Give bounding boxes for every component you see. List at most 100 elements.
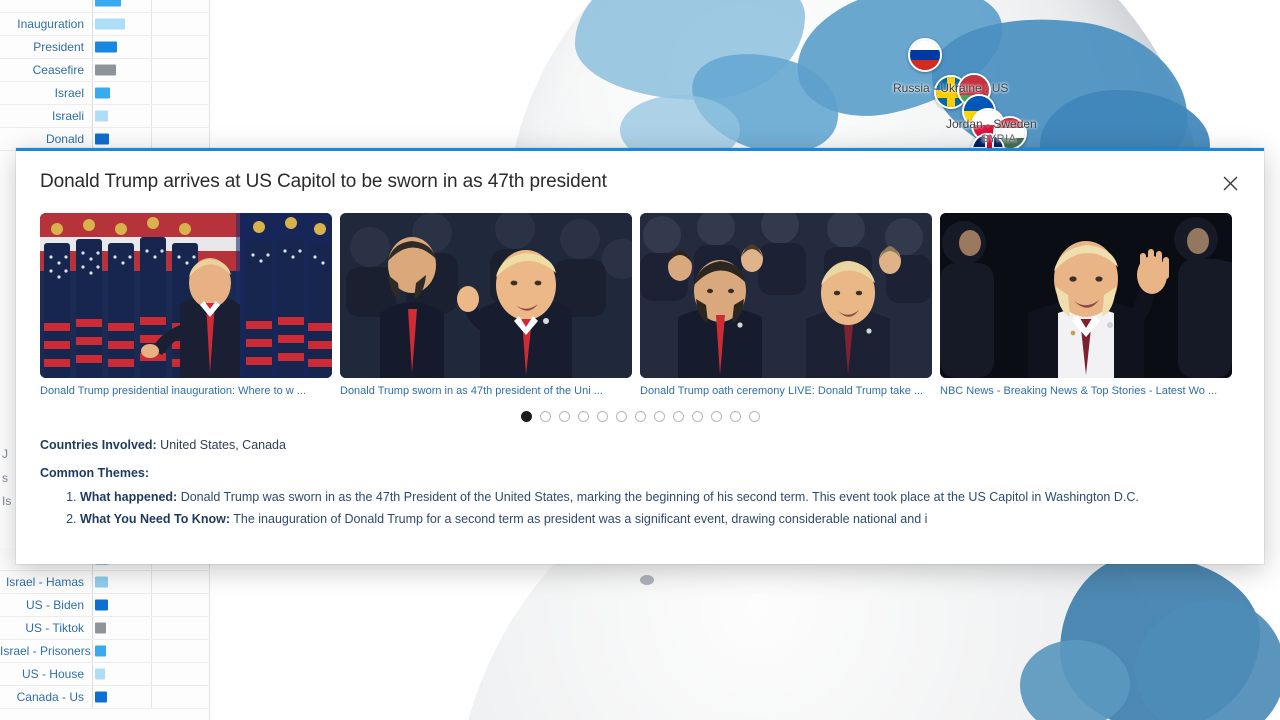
carousel-card[interactable]: Donald Trump sworn in as 47th president …: [340, 213, 632, 397]
carousel-dot[interactable]: [748, 411, 760, 422]
carousel-card-caption[interactable]: Donald Trump presidential inauguration: …: [40, 385, 332, 397]
chart-row-bar: [95, 0, 121, 7]
chart-row[interactable]: Israel - Prisoners: [0, 640, 210, 663]
chart-row[interactable]: US - Biden: [0, 594, 210, 617]
chart-row-track: [92, 128, 210, 150]
chart-row[interactable]: President: [0, 36, 210, 59]
carousel-dot[interactable]: [634, 411, 646, 422]
theme-item-text: The inauguration of Donald Trump for a s…: [233, 512, 928, 527]
card-thumbnail-trump-hand-raised[interactable]: [940, 213, 1232, 378]
map-label-russia-ukraine-us: Russia - Ukraine : US: [893, 81, 1009, 95]
chart-row[interactable]: Israel: [0, 82, 210, 105]
event-detail-modal: Donald Trump arrives at US Capitol to be…: [16, 148, 1264, 564]
chart-row-label: Canada - Us: [16, 690, 84, 704]
theme-item-key: What happened:: [80, 490, 178, 504]
chart-row[interactable]: US - House: [0, 663, 210, 686]
carousel-dot[interactable]: [672, 411, 684, 422]
chart-row-bar: [95, 64, 116, 76]
theme-item-key: What You Need To Know:: [80, 512, 230, 527]
chart-row[interactable]: Ceasefire: [0, 59, 210, 82]
chart-row-bar: [95, 668, 105, 680]
carousel-card-caption[interactable]: Donald Trump sworn in as 47th president …: [340, 385, 632, 397]
landmass-shape: [1020, 640, 1130, 720]
landmass-shape: [640, 575, 654, 585]
chart-row-track: [92, 0, 210, 12]
theme-item-text: Donald Trump was sworn in as the 47th Pr…: [180, 490, 1139, 504]
chart-row-bar: [95, 576, 108, 588]
chart-row-track: [92, 617, 210, 639]
card-thumbnail-trump-vance-applause[interactable]: [640, 213, 932, 378]
keyword-bar-chart-top: Inauguration President Ceasefire Israel …: [0, 0, 210, 151]
carousel-card[interactable]: NBC News - Breaking News & Top Stories -…: [940, 213, 1232, 397]
chart-row-label: President: [33, 40, 84, 54]
carousel-dot[interactable]: [539, 411, 551, 422]
flag-pin-russia[interactable]: [908, 38, 942, 72]
chart-row-bar: [95, 622, 106, 634]
chart-row-label: US - Biden: [25, 598, 84, 612]
chart-row[interactable]: Canada - Us: [0, 686, 210, 709]
chart-row-track: [92, 13, 210, 35]
chart-row-bar: [95, 133, 109, 145]
chart-row-track: [92, 105, 210, 127]
countries-involved-line: Countries Involved: United States, Canad…: [40, 438, 1240, 452]
occluded-text-fragment: J: [2, 447, 8, 461]
carousel-dot[interactable]: [691, 411, 703, 422]
carousel-dot[interactable]: [729, 411, 741, 422]
carousel-dot[interactable]: [596, 411, 608, 422]
modal-meta: Countries Involved: United States, Canad…: [16, 422, 1264, 530]
chart-row-label: US - House: [21, 667, 84, 681]
common-themes-list: What happened: Donald Trump was sworn in…: [80, 488, 1240, 530]
carousel-dot[interactable]: [577, 411, 589, 422]
chart-row[interactable]: Inauguration: [0, 13, 210, 36]
chart-row-bar: [95, 18, 125, 30]
chart-row-track: [92, 82, 210, 104]
carousel-card-caption[interactable]: Donald Trump oath ceremony LIVE: Donald …: [640, 385, 932, 397]
card-thumbnail-trump-vance-oath[interactable]: [340, 213, 632, 378]
keyword-bar-chart-bottom: Israel - Hamas US - Biden US - Tiktok Is…: [0, 548, 210, 720]
chart-row-bar: [95, 87, 110, 99]
carousel-card-caption[interactable]: NBC News - Breaking News & Top Stories -…: [940, 385, 1232, 397]
chart-row-label: US - Tiktok: [25, 621, 84, 635]
chart-row-bar: [95, 599, 108, 611]
countries-involved-value: United States, Canada: [160, 438, 286, 452]
chart-row-track: [92, 594, 210, 616]
carousel-dot[interactable]: [615, 411, 627, 422]
chart-row-label: Ceasefire: [32, 63, 84, 77]
carousel-dot[interactable]: [710, 411, 722, 422]
chart-row-label: Inauguration: [17, 17, 84, 31]
chart-row-track: [92, 640, 210, 662]
countries-involved-label: Countries Involved:: [40, 438, 157, 452]
occluded-text-fragment: s: [2, 471, 8, 485]
carousel-dot[interactable]: [520, 411, 532, 422]
app-root: Russia - Ukraine : US Jordan - Sweden SY…: [0, 0, 1280, 720]
chart-row[interactable]: [0, 0, 210, 13]
chart-row-bar: [95, 41, 117, 53]
chart-row[interactable]: Israeli: [0, 105, 210, 128]
carousel-dots: [16, 411, 1264, 422]
chart-row-label: Israeli: [51, 109, 84, 123]
image-carousel: Donald Trump presidential inauguration: …: [16, 213, 1264, 397]
chart-row-track: [92, 663, 210, 685]
chart-row-bar: [95, 110, 108, 122]
carousel-card[interactable]: Donald Trump oath ceremony LIVE: Donald …: [640, 213, 932, 397]
chart-row-bar: [95, 691, 107, 703]
map-label-syria: SYRIA: [981, 133, 1017, 145]
occluded-text-fragment: Is: [2, 494, 12, 508]
page-title: Donald Trump arrives at US Capitol to be…: [40, 171, 607, 192]
chart-row-bar: [95, 645, 106, 657]
common-themes-label: Common Themes:: [40, 466, 150, 480]
theme-item: What happened: Donald Trump was sworn in…: [80, 488, 1240, 507]
carousel-card[interactable]: Donald Trump presidential inauguration: …: [40, 213, 332, 397]
chart-row-track: [92, 686, 210, 708]
carousel-dot[interactable]: [558, 411, 570, 422]
chart-row-label: Israel - Prisoners: [0, 644, 91, 658]
chart-row[interactable]: US - Tiktok: [0, 617, 210, 640]
chart-row-label: Donald: [45, 132, 84, 146]
chart-row-label: Israel: [54, 86, 84, 100]
chart-row-label: Israel - Hamas: [5, 575, 84, 589]
chart-row[interactable]: Israel - Hamas: [0, 571, 210, 594]
theme-item: What You Need To Know: The inauguration …: [80, 510, 1240, 529]
close-icon[interactable]: [1214, 167, 1246, 199]
carousel-dot[interactable]: [653, 411, 665, 422]
card-thumbnail-trump-pointing-flags[interactable]: [40, 213, 332, 378]
